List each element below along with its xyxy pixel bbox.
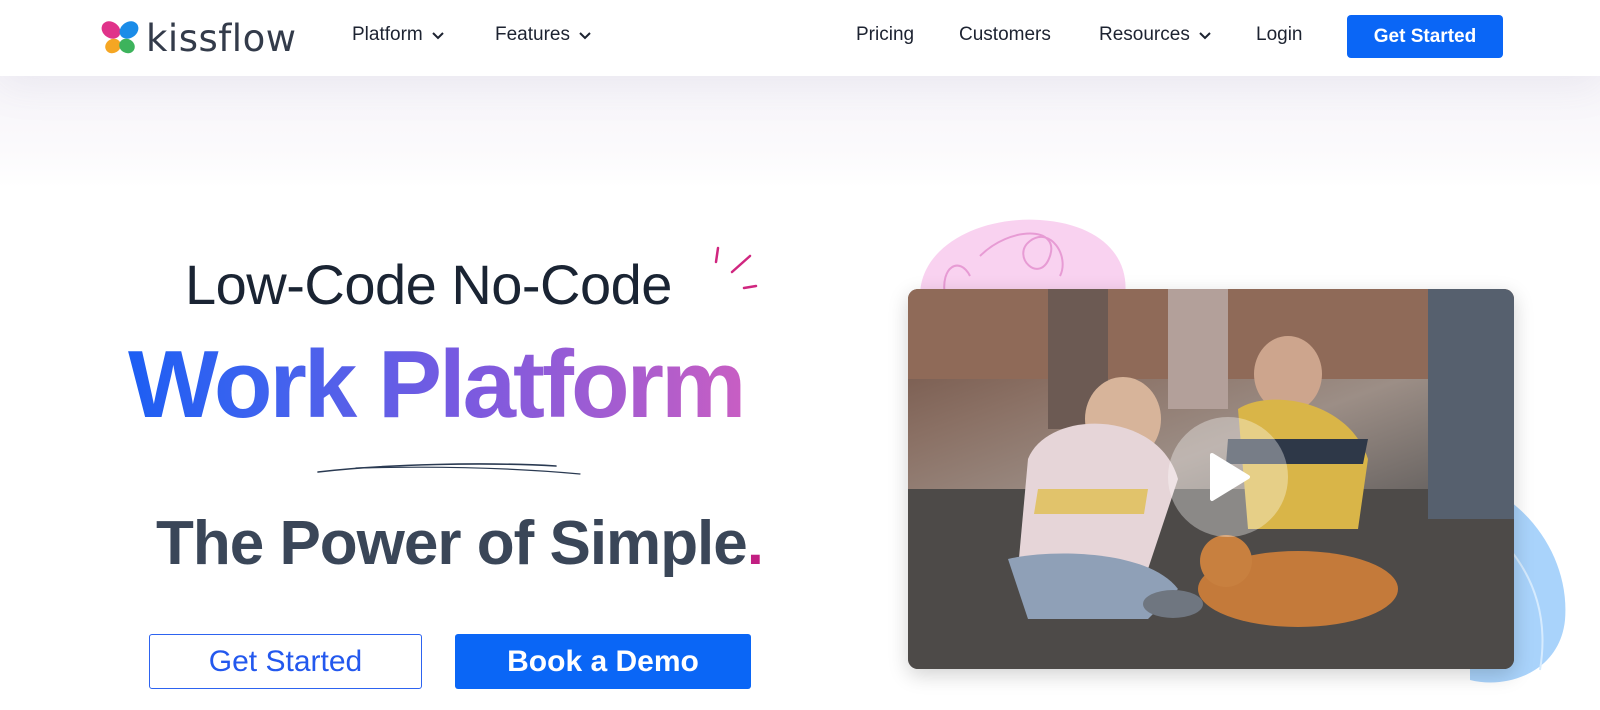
nav-login[interactable]: Login: [1256, 24, 1303, 46]
nav-pricing[interactable]: Pricing: [856, 24, 914, 46]
nav-login-label: Login: [1256, 24, 1303, 45]
play-icon: [1210, 453, 1250, 501]
chevron-down-icon: [579, 32, 591, 40]
book-demo-button[interactable]: Book a Demo: [455, 634, 751, 689]
hero-heading: Work Platform: [128, 331, 746, 438]
nav-resources-label: Resources: [1099, 24, 1190, 45]
nav-customers-label: Customers: [959, 24, 1051, 45]
tagline-period: .: [746, 509, 764, 578]
top-navigation: kissflow Platform Features Pricing Custo…: [0, 0, 1600, 76]
nav-pricing-label: Pricing: [856, 24, 915, 45]
nav-customers[interactable]: Customers: [959, 24, 1051, 46]
hero-get-started-button[interactable]: Get Started: [149, 634, 422, 689]
logo-butterfly-icon: [101, 21, 139, 54]
header-band: [0, 76, 1600, 188]
hero-tagline-text: The Power of Simple: [156, 509, 748, 578]
nav-platform-label: Platform: [352, 24, 423, 45]
pink-blob-decoration: [920, 219, 1126, 296]
nav-platform[interactable]: Platform: [352, 24, 445, 46]
chevron-down-icon: [432, 32, 444, 40]
nav-resources[interactable]: Resources: [1099, 24, 1212, 46]
nav-features[interactable]: Features: [495, 24, 592, 46]
nav-features-label: Features: [495, 24, 570, 45]
play-button[interactable]: [1168, 417, 1288, 537]
nav-get-started-button[interactable]: Get Started: [1347, 15, 1503, 58]
hero-video[interactable]: [908, 289, 1514, 669]
sparkle-decoration-icon: [714, 246, 758, 290]
kissflow-logo[interactable]: kissflow: [100, 16, 297, 60]
hero-subheading: Low-Code No-Code: [185, 253, 672, 316]
hero-tagline: The Power of Simple.: [156, 508, 764, 579]
chevron-down-icon: [1199, 32, 1211, 40]
underline-scribble: [317, 463, 581, 475]
logo-wordmark: kissflow: [146, 16, 297, 60]
